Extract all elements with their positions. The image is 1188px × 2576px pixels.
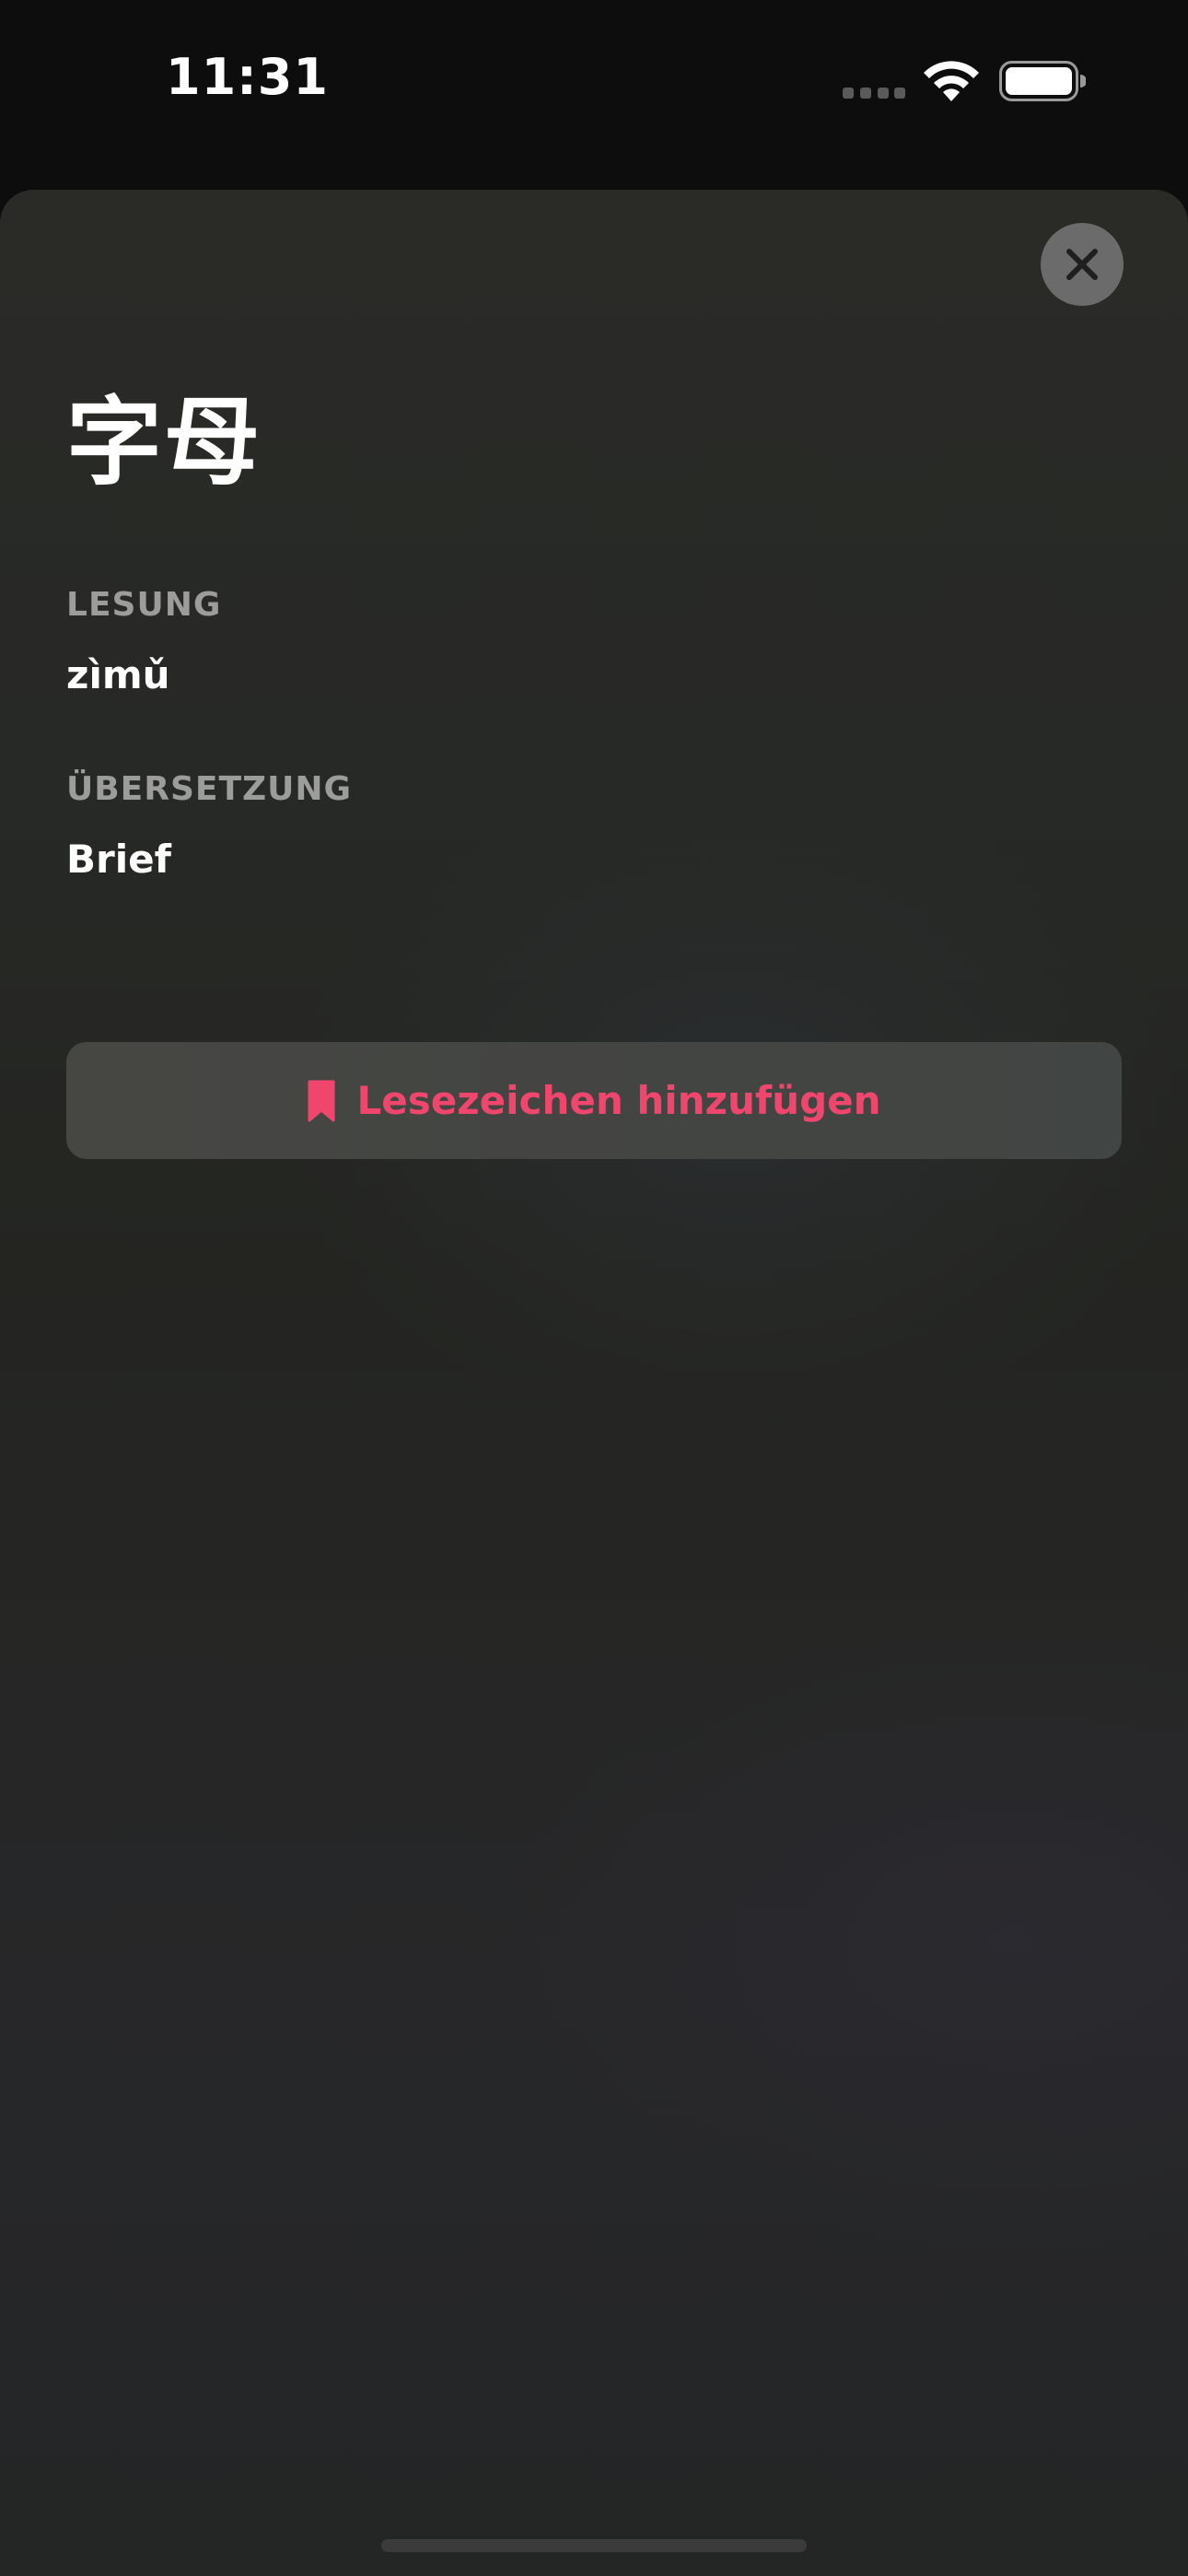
status-bar: 11:31 [0,0,1188,166]
close-icon [1066,249,1098,280]
add-bookmark-button[interactable]: Lesezeichen hinzufügen [66,1042,1122,1159]
close-button[interactable] [1041,223,1124,306]
home-indicator[interactable] [381,2539,807,2552]
detail-sheet: 字母 LESUNG zìmǔ ÜBERSETZUNG Brief Lesezei… [0,190,1188,2576]
translation-label: ÜBERSETZUNG [66,770,353,808]
battery-icon [999,61,1087,101]
headword: 字母 [66,386,262,498]
screen: 11:31 字母 LESUNG zìmǔ ÜBERSETZUNG Brief L… [0,0,1188,2576]
bookmark-icon [308,1080,335,1121]
reading-value: zìmǔ [66,652,170,697]
cellular-signal-icon [843,88,905,99]
status-time: 11:31 [166,48,329,106]
add-bookmark-label: Lesezeichen hinzufügen [356,1078,881,1123]
wifi-icon [921,59,982,103]
translation-value: Brief [66,837,171,882]
reading-label: LESUNG [66,586,222,624]
